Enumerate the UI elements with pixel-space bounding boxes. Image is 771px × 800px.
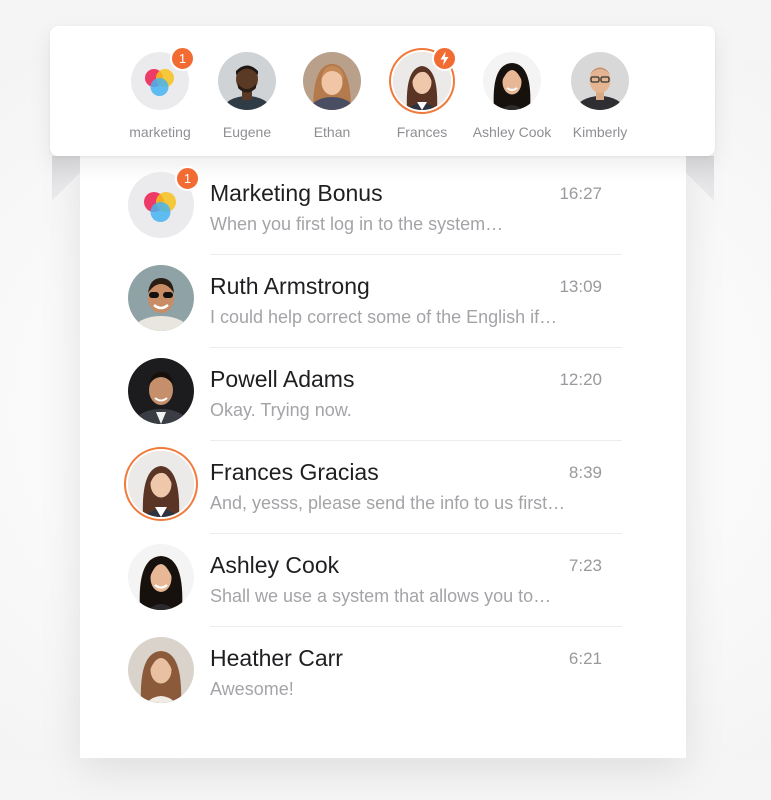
chat-app-stage: 1 marketing Eugene Ethan Frances Ashley … (0, 0, 771, 800)
person-photo-icon (128, 544, 194, 610)
contact-name: Frances (396, 124, 448, 140)
avatar (218, 52, 276, 110)
chat-name: Heather Carr (210, 645, 343, 671)
chat-body: Ashley Cook 7:23 Shall we use a system t… (210, 534, 622, 627)
person-photo-icon (303, 52, 361, 110)
chat-time: 12:20 (559, 370, 602, 389)
contact-name: Ashley Cook (472, 124, 552, 140)
person-photo-icon (128, 637, 194, 703)
panel-fold-right (686, 156, 714, 202)
list-item[interactable]: Frances Gracias 8:39 And, yesss, please … (128, 441, 622, 534)
contact-frances[interactable]: Frances (374, 46, 470, 140)
chat-name: Marketing Bonus (210, 180, 383, 206)
contact-ashley-cook[interactable]: Ashley Cook (464, 52, 560, 140)
list-item[interactable]: Ashley Cook 7:23 Shall we use a system t… (128, 534, 622, 627)
chat-name: Powell Adams (210, 366, 355, 392)
contact-name: marketing (129, 124, 191, 140)
person-photo-icon (483, 52, 541, 110)
avatar (393, 46, 457, 110)
chat-preview: Awesome! (210, 679, 294, 699)
chat-body: Marketing Bonus 16:27 When you first log… (210, 162, 622, 255)
list-item[interactable]: Powell Adams 12:20 Okay. Trying now. (128, 348, 622, 441)
person-photo-icon (571, 52, 629, 110)
avatar (128, 358, 194, 424)
chat-name: Ashley Cook (210, 552, 340, 578)
unread-badge: 1 (170, 46, 195, 71)
chat-name: Ruth Armstrong (210, 273, 370, 299)
unread-badge: 1 (175, 166, 200, 191)
chat-preview: Shall we use a system that allows you to… (210, 586, 552, 606)
contact-name: Ethan (313, 124, 351, 140)
chat-name: Frances Gracias (210, 459, 379, 485)
person-photo-icon (128, 451, 194, 517)
chat-preview: I could help correct some of the English… (210, 307, 558, 327)
avatar: 1 (131, 46, 195, 110)
avatar (128, 265, 194, 331)
list-item[interactable]: Heather Carr 6:21 Awesome! (128, 627, 622, 720)
avatar (128, 544, 194, 610)
contact-name: Eugene (222, 124, 272, 140)
chat-preview: And, yesss, please send the info to us f… (210, 493, 566, 513)
list-item[interactable]: 1 Marketing Bonus 16:27 When you first l… (128, 162, 622, 255)
panel-fold-left (52, 156, 80, 202)
recent-contacts-bar: 1 marketing Eugene Ethan Frances Ashley … (50, 26, 715, 156)
avatar (128, 637, 194, 703)
chat-time: 7:23 (568, 556, 602, 575)
chat-preview: Okay. Trying now. (210, 400, 352, 420)
list-item[interactable]: Ruth Armstrong 13:09 I could help correc… (128, 255, 622, 348)
chat-body: Powell Adams 12:20 Okay. Trying now. (210, 348, 622, 441)
contact-marketing[interactable]: 1 marketing (112, 46, 208, 140)
chat-time: 8:39 (568, 463, 602, 482)
avatar (128, 451, 194, 517)
person-photo-icon (128, 265, 194, 331)
conversation-list: 1 Marketing Bonus 16:27 When you first l… (128, 162, 622, 720)
contact-name: Kimberly (572, 124, 628, 140)
person-photo-icon (128, 358, 194, 424)
avatar (571, 52, 629, 110)
contact-kimberly[interactable]: Kimberly (552, 52, 648, 140)
chat-preview: When you first log in to the system… (210, 214, 504, 234)
avatar: 1 (128, 166, 200, 238)
contact-eugene[interactable]: Eugene (199, 52, 295, 140)
contact-ethan[interactable]: Ethan (284, 52, 380, 140)
lightning-icon (432, 46, 457, 71)
chat-body: Ruth Armstrong 13:09 I could help correc… (210, 255, 622, 348)
chat-time: 16:27 (559, 184, 602, 203)
chat-time: 6:21 (568, 649, 602, 668)
avatar (303, 52, 361, 110)
chat-time: 13:09 (559, 277, 602, 296)
avatar (483, 52, 541, 110)
person-photo-icon (218, 52, 276, 110)
chat-body: Heather Carr 6:21 Awesome! (210, 627, 622, 719)
chat-body: Frances Gracias 8:39 And, yesss, please … (210, 441, 622, 534)
lightning-glyph-icon (440, 51, 449, 66)
